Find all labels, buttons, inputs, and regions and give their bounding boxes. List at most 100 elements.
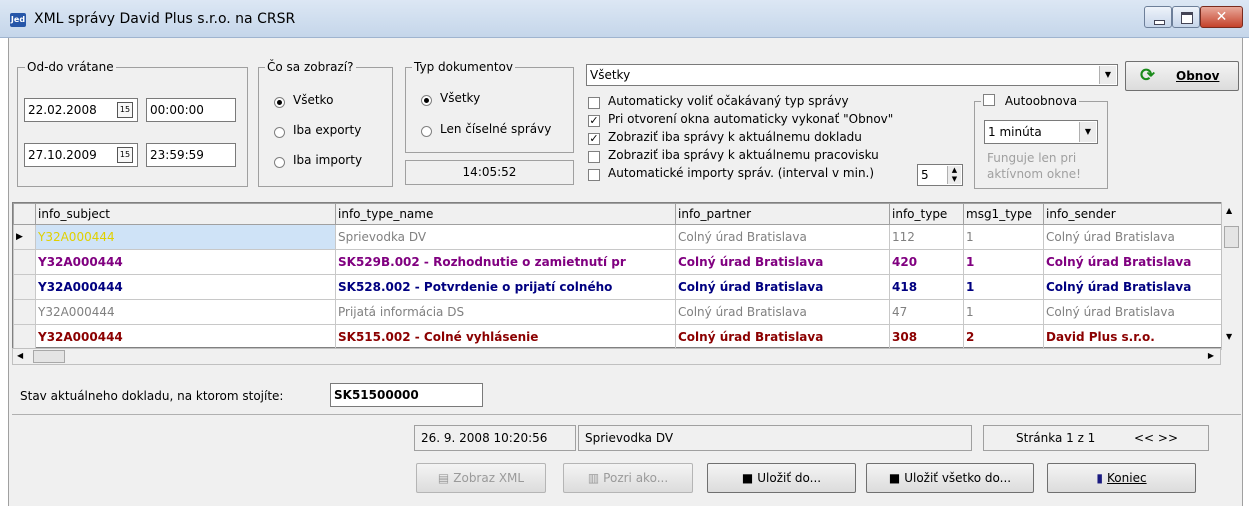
to-date-field[interactable]: 27.10.2009 15	[24, 143, 138, 167]
import-interval-spinner[interactable]: 5 ▲ ▼	[917, 164, 963, 186]
row-indicator[interactable]	[13, 249, 36, 275]
table-row[interactable]: Y32A000444 SK528.002 - Potvrdenie o prija…	[13, 274, 1222, 300]
message-type-combo[interactable]: Všetky ▼	[586, 64, 1118, 86]
table-row[interactable]: ▶ Y32A000444 Sprievodka DV Colný úrad Brati…	[13, 224, 1222, 250]
autorefresh-interval-combo[interactable]: 1 minúta ▼	[984, 120, 1098, 144]
table-cell[interactable]: 418	[889, 274, 964, 300]
table-cell[interactable]: SK528.002 - Potvrdenie o prijatí colného	[335, 274, 676, 300]
table-cell[interactable]: Colný úrad Bratislava	[675, 274, 890, 300]
table-cell[interactable]: Y32A000444	[35, 224, 336, 250]
scroll-right-icon[interactable]: ▶	[1208, 351, 1214, 360]
table-cell[interactable]: Colný úrad Bratislava	[1043, 274, 1222, 300]
minimize-button[interactable]	[1144, 6, 1172, 28]
save-to-label: Uložiť do...	[757, 471, 822, 485]
table-cell[interactable]: Sprievodka DV	[335, 224, 676, 250]
column-header[interactable]: info_partner	[675, 203, 890, 225]
scroll-up-icon[interactable]: ▲	[1226, 206, 1232, 215]
table-cell[interactable]: Colný úrad Bratislava	[675, 224, 890, 250]
table-cell[interactable]: 112	[889, 224, 964, 250]
table-cell[interactable]: 308	[889, 324, 964, 350]
table-cell[interactable]: Y32A000444	[35, 274, 336, 300]
autorefresh-checkbox[interactable]	[983, 94, 995, 106]
table-cell[interactable]: 1	[963, 299, 1044, 325]
table-cell[interactable]: Colný úrad Bratislava	[675, 324, 890, 350]
table-cell[interactable]: 1	[963, 224, 1044, 250]
grid-horizontal-scrollbar[interactable]: ◀ ▶	[12, 348, 1221, 365]
table-row[interactable]: Y32A000444 Prijatá informácia DS Colný úra…	[13, 299, 1222, 325]
scroll-thumb[interactable]	[1224, 226, 1239, 248]
autorefresh-label: Autoobnova	[1004, 94, 1078, 108]
current-document-only-checkbox[interactable]: ✓	[588, 133, 600, 145]
scroll-down-icon[interactable]: ▼	[1226, 332, 1232, 341]
spinner-arrows-icon[interactable]: ▲ ▼	[947, 166, 961, 184]
column-header[interactable]: info_type	[889, 203, 964, 225]
doc-state-value: SK51500000	[330, 383, 483, 407]
table-cell[interactable]: Colný úrad Bratislava	[675, 299, 890, 325]
radio-doc-all[interactable]	[421, 95, 432, 106]
radio-imports-only[interactable]	[274, 157, 285, 168]
maximize-button[interactable]	[1172, 6, 1200, 28]
table-cell[interactable]: Colný úrad Bratislava	[1043, 224, 1222, 250]
table-cell[interactable]: Y32A000444	[35, 299, 336, 325]
row-indicator[interactable]	[13, 274, 36, 300]
radio-numeric-only-label: Len číselné správy	[440, 122, 552, 136]
auto-refresh-on-open-checkbox[interactable]: ✓	[588, 115, 600, 127]
scroll-thumb[interactable]	[33, 350, 65, 363]
table-cell[interactable]: Colný úrad Bratislava	[1043, 299, 1222, 325]
table-cell[interactable]: Y32A000444	[35, 324, 336, 350]
table-cell[interactable]: 1	[963, 274, 1044, 300]
table-cell[interactable]: Y32A000444	[35, 249, 336, 275]
current-workstation-only-checkbox[interactable]	[588, 151, 600, 163]
chevron-down-icon[interactable]: ▼	[1099, 66, 1116, 84]
table-cell[interactable]: 1	[963, 249, 1044, 275]
column-header[interactable]: msg1_type	[963, 203, 1044, 225]
refresh-button[interactable]: ⟳ Obnov	[1125, 61, 1239, 91]
from-time-field[interactable]: 00:00:00	[146, 98, 236, 122]
table-cell[interactable]: Colný úrad Bratislava	[675, 249, 890, 275]
autorefresh-note-1: Funguje len pri	[987, 151, 1077, 165]
column-header[interactable]: info_type_name	[335, 203, 676, 225]
table-cell[interactable]: 47	[889, 299, 964, 325]
grid-vertical-scrollbar[interactable]: ▲ ▼	[1221, 202, 1241, 348]
auto-import-checkbox[interactable]	[588, 169, 600, 181]
table-row[interactable]: Y32A000444 SK529B.002 - Rozhodnutie o zam…	[13, 249, 1222, 275]
row-indicator[interactable]: ▶	[13, 224, 36, 250]
column-header[interactable]: info_sender	[1043, 203, 1222, 225]
from-date-value: 22.02.2008	[28, 103, 97, 117]
radio-numeric-only[interactable]	[421, 126, 432, 137]
table-cell[interactable]: Prijatá informácia DS	[335, 299, 676, 325]
row-indicator[interactable]	[13, 324, 36, 350]
show-xml-button[interactable]: ▤ Zobraz XML	[416, 463, 546, 493]
divider	[12, 414, 1241, 415]
close-button[interactable]: ▮ Koniec	[1047, 463, 1196, 493]
radio-exports-only[interactable]	[274, 127, 285, 138]
scroll-left-icon[interactable]: ◀	[17, 351, 23, 360]
radio-show-all[interactable]	[274, 97, 285, 108]
save-all-label: Uložiť všetko do...	[904, 471, 1012, 485]
to-date-value: 27.10.2009	[28, 148, 97, 162]
table-cell[interactable]: SK529B.002 - Rozhodnutie o zamietnutí pr	[335, 249, 676, 275]
page-nav-links[interactable]: << >>	[1134, 426, 1178, 450]
save-to-button[interactable]: ■ Uložiť do...	[707, 463, 856, 493]
table-cell[interactable]: David Plus s.r.o.	[1043, 324, 1222, 350]
auto-select-type-checkbox[interactable]	[588, 97, 600, 109]
calendar-icon[interactable]: 15	[117, 147, 133, 163]
autorefresh-interval-value: 1 minúta	[988, 125, 1042, 139]
close-window-button[interactable]: ✕	[1200, 6, 1243, 28]
auto-refresh-on-open-label: Pri otvorení okna automaticky vykonať "O…	[608, 112, 894, 126]
table-row[interactable]: Y32A000444 SK515.002 - Colné vyhlásenie Co…	[13, 324, 1222, 350]
chevron-down-icon[interactable]: ▼	[1079, 122, 1096, 142]
to-time-field[interactable]: 23:59:59	[146, 143, 236, 167]
from-date-field[interactable]: 22.02.2008 15	[24, 98, 138, 122]
table-cell[interactable]: SK515.002 - Colné vyhlásenie	[335, 324, 676, 350]
view-as-button[interactable]: ▥ Pozri ako...	[563, 463, 693, 493]
table-cell[interactable]: 420	[889, 249, 964, 275]
calendar-icon[interactable]: 15	[117, 102, 133, 118]
row-indicator[interactable]	[13, 299, 36, 325]
title-bar: Jed XML správy David Plus s.r.o. na CRSR…	[0, 0, 1249, 38]
table-cell[interactable]: Colný úrad Bratislava	[1043, 249, 1222, 275]
clipboard-icon: ▥	[587, 471, 600, 485]
column-header[interactable]: info_subject	[35, 203, 336, 225]
table-cell[interactable]: 2	[963, 324, 1044, 350]
save-all-button[interactable]: ■ Uložiť všetko do...	[866, 463, 1034, 493]
